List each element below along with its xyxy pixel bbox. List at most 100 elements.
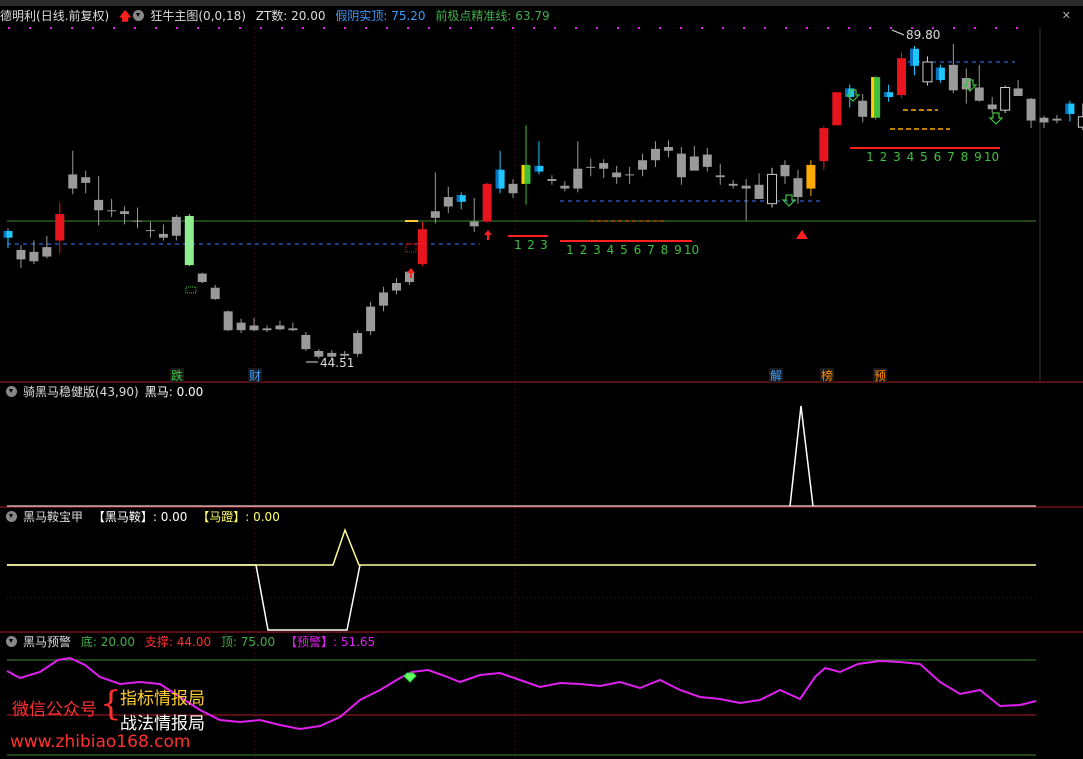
candle-body bbox=[612, 172, 622, 178]
candle-body bbox=[974, 87, 984, 101]
top-marker-dot bbox=[281, 27, 283, 29]
top-marker-dot bbox=[386, 27, 388, 29]
panel4-top-value: 顶: 75.00 bbox=[220, 635, 276, 649]
count-number: 3 bbox=[593, 243, 601, 257]
panel3-title[interactable]: 黑马鞍宝甲 bbox=[23, 510, 83, 524]
candle-body bbox=[430, 211, 440, 218]
top-marker-dot bbox=[407, 27, 409, 29]
top-marker-dot bbox=[701, 27, 703, 29]
count-number: 4 bbox=[907, 150, 915, 164]
top-marker-dot bbox=[596, 27, 598, 29]
panel2-title[interactable]: 骑黑马稳健版(43,90) bbox=[23, 385, 139, 399]
candle-body-shade bbox=[884, 92, 888, 97]
watermark-url[interactable]: www.zhibiao168.com bbox=[10, 732, 190, 752]
event-tag: 跌 bbox=[171, 368, 183, 383]
candle-body bbox=[560, 185, 570, 189]
candle-body bbox=[780, 164, 790, 177]
candle-body bbox=[793, 178, 803, 198]
panel4-warn-value: 【预警】: 51.65 bbox=[284, 635, 376, 649]
top-marker-dot bbox=[29, 27, 31, 29]
count-number: 10 bbox=[984, 150, 999, 164]
candle-body bbox=[638, 160, 648, 170]
buy-arrow-icon bbox=[484, 230, 492, 240]
top-marker-dot bbox=[155, 27, 157, 29]
count-number: 2 bbox=[527, 238, 535, 252]
panel3-menu-icon[interactable] bbox=[6, 511, 17, 522]
panel2-menu-icon[interactable] bbox=[6, 386, 17, 397]
candle-body bbox=[158, 233, 168, 238]
candle-body bbox=[107, 210, 117, 212]
candle-body bbox=[1026, 98, 1036, 121]
top-marker-dot bbox=[638, 27, 640, 29]
candle-body bbox=[379, 292, 389, 306]
candle-body bbox=[1000, 87, 1011, 111]
candle-body bbox=[275, 325, 285, 330]
event-tag: 财 bbox=[249, 369, 261, 383]
count-number: 9 bbox=[674, 243, 682, 257]
count-number: 6 bbox=[934, 150, 942, 164]
count-number: 1 bbox=[866, 150, 874, 164]
top-marker-dot bbox=[764, 27, 766, 29]
panel4-title[interactable]: 黑马预警 bbox=[23, 635, 71, 649]
count-number: 7 bbox=[647, 243, 655, 257]
candle-body bbox=[469, 221, 479, 227]
count-number: 2 bbox=[880, 150, 888, 164]
high-price-pointer bbox=[891, 29, 905, 36]
watermark-wechat: 微信公众号 bbox=[12, 700, 97, 720]
candle-body bbox=[210, 287, 220, 300]
top-marker-dot bbox=[134, 27, 136, 29]
candle-body bbox=[94, 199, 104, 211]
count-number: 1 bbox=[514, 238, 522, 252]
event-tag: 解 bbox=[770, 369, 782, 383]
candle-body bbox=[728, 183, 738, 186]
panel3-stirrup-value: 【马蹬】: 0.00 bbox=[197, 510, 280, 524]
top-marker-dot bbox=[680, 27, 682, 29]
count-number: 6 bbox=[634, 243, 642, 257]
candle-body bbox=[68, 174, 78, 189]
candle-body-shade bbox=[3, 231, 7, 238]
top-marker-dot bbox=[659, 27, 661, 29]
top-marker-dot bbox=[71, 27, 73, 29]
candle-body bbox=[625, 174, 635, 176]
candle-body bbox=[715, 175, 725, 178]
top-marker-dot bbox=[869, 27, 871, 29]
top-marker-dot bbox=[218, 27, 220, 29]
candle-body bbox=[184, 215, 194, 266]
candle-body-shade bbox=[1065, 103, 1069, 114]
top-marker-dot bbox=[302, 27, 304, 29]
top-marker-dot bbox=[344, 27, 346, 29]
candle-body bbox=[443, 197, 453, 207]
candle-body bbox=[417, 229, 427, 265]
candle-body bbox=[922, 61, 933, 83]
candle-body-shade bbox=[871, 77, 875, 118]
top-marker-dot bbox=[1016, 27, 1018, 29]
candle-body bbox=[392, 283, 401, 291]
candle-body bbox=[29, 251, 39, 262]
top-marker-dot bbox=[974, 27, 976, 29]
count-number: 10 bbox=[684, 243, 699, 257]
top-marker-dot bbox=[8, 27, 10, 29]
candle-body bbox=[858, 100, 868, 117]
panel4-menu-icon[interactable] bbox=[6, 636, 17, 647]
top-marker-dot bbox=[512, 27, 514, 29]
candle-body bbox=[262, 328, 272, 331]
candle-body bbox=[133, 220, 142, 222]
panel4-support-value: 支撑: 44.00 bbox=[144, 635, 212, 649]
candle-body bbox=[676, 153, 686, 178]
candle-body bbox=[651, 148, 660, 161]
count-number: 9 bbox=[974, 150, 982, 164]
panel2-header: 骑黑马稳健版(43,90) 黑马: 0.00 bbox=[0, 382, 209, 402]
panel3-header: 黑马鞍宝甲 【黑马鞍】: 0.00 【马蹬】: 0.00 bbox=[0, 507, 286, 527]
candle-body bbox=[754, 184, 764, 199]
top-marker-dot bbox=[365, 27, 367, 29]
candle-body bbox=[1039, 117, 1049, 123]
candle-body bbox=[547, 179, 557, 181]
count-number: 3 bbox=[893, 150, 901, 164]
candle-body bbox=[741, 185, 751, 189]
candle-body bbox=[599, 163, 609, 169]
top-marker-dot bbox=[785, 27, 787, 29]
high-price-label: 89.80 bbox=[906, 28, 940, 42]
panel3-yellow-line bbox=[7, 527, 1036, 566]
top-marker-dot bbox=[197, 27, 199, 29]
top-marker-dot bbox=[92, 27, 94, 29]
